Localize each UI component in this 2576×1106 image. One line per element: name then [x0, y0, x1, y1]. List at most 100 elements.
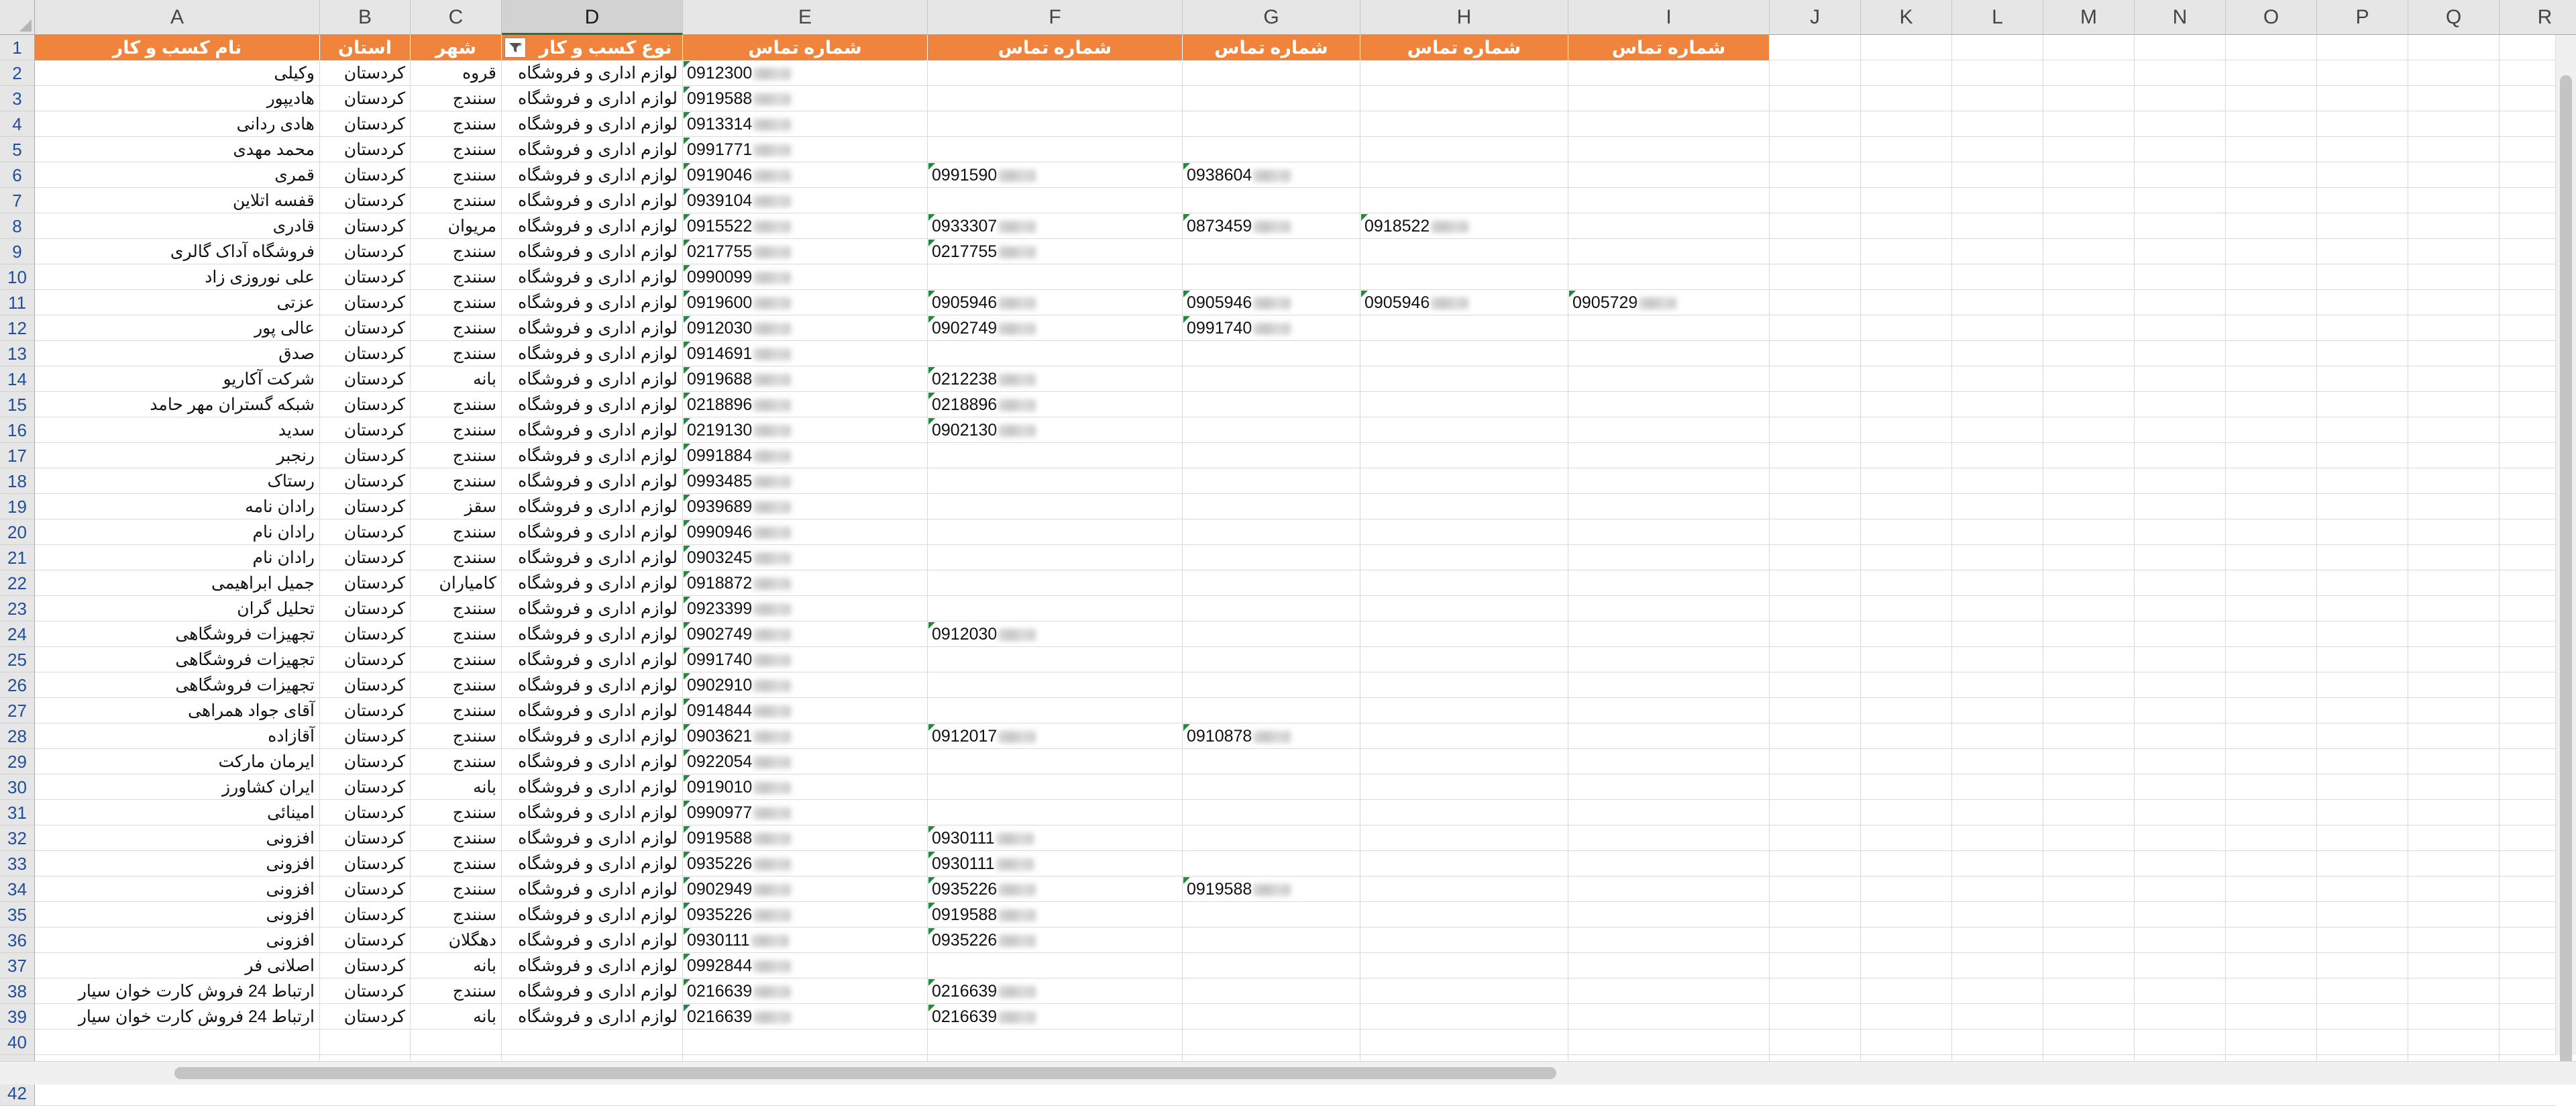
- phone-number-cell[interactable]: 0923399: [683, 596, 928, 621]
- city-cell[interactable]: سنندج: [411, 876, 502, 902]
- province-cell[interactable]: کردستان: [320, 111, 411, 137]
- city-cell[interactable]: سنندج: [411, 162, 502, 188]
- city-cell[interactable]: مریوان: [411, 213, 502, 239]
- business-type-cell[interactable]: لوازم اداری و فروشگاه: [502, 851, 683, 876]
- column-header-k[interactable]: K: [1861, 0, 1952, 35]
- business-name-cell[interactable]: تجهیزات فروشگاهی: [35, 621, 320, 647]
- business-type-cell[interactable]: لوازم اداری و فروشگاه: [502, 800, 683, 825]
- business-name-cell[interactable]: صدق: [35, 341, 320, 366]
- phone-number-cell[interactable]: 0918872: [683, 570, 928, 596]
- province-cell[interactable]: کردستان: [320, 519, 411, 545]
- business-name-cell[interactable]: قادری: [35, 213, 320, 239]
- row-header-2[interactable]: 2: [0, 60, 35, 86]
- column-header-n[interactable]: N: [2135, 0, 2226, 35]
- business-name-cell[interactable]: هادیپور: [35, 86, 320, 111]
- header-cell-e[interactable]: شماره تماس: [683, 35, 928, 60]
- phone-number-cell[interactable]: 0919600: [683, 290, 928, 315]
- province-cell[interactable]: کردستان: [320, 468, 411, 494]
- business-name-cell[interactable]: ارتباط 24 فروش کارت خوان سیار: [35, 1004, 320, 1029]
- phone-number-cell[interactable]: 0938604: [1183, 162, 1360, 188]
- business-name-cell[interactable]: شرکت آکاریو: [35, 366, 320, 392]
- province-cell[interactable]: کردستان: [320, 876, 411, 902]
- business-name-cell[interactable]: جمیل ابراهیمی: [35, 570, 320, 596]
- row-header-17[interactable]: 17: [0, 443, 35, 468]
- business-type-cell[interactable]: لوازم اداری و فروشگاه: [502, 341, 683, 366]
- province-cell[interactable]: کردستان: [320, 800, 411, 825]
- row-header-4[interactable]: 4: [0, 111, 35, 137]
- phone-number-cell[interactable]: 0903245: [683, 545, 928, 570]
- business-type-cell[interactable]: لوازم اداری و فروشگاه: [502, 723, 683, 749]
- phone-number-cell[interactable]: 0939689: [683, 494, 928, 519]
- business-type-cell[interactable]: لوازم اداری و فروشگاه: [502, 239, 683, 264]
- row-header-7[interactable]: 7: [0, 188, 35, 213]
- phone-number-cell[interactable]: 0919688: [683, 366, 928, 392]
- province-cell[interactable]: کردستان: [320, 953, 411, 978]
- phone-number-cell[interactable]: 0216639: [928, 978, 1183, 1004]
- business-type-cell[interactable]: لوازم اداری و فروشگاه: [502, 494, 683, 519]
- business-name-cell[interactable]: عالی پور: [35, 315, 320, 341]
- city-cell[interactable]: سنندج: [411, 596, 502, 621]
- city-cell[interactable]: بانه: [411, 953, 502, 978]
- business-name-cell[interactable]: فروشگاه آداک گالری: [35, 239, 320, 264]
- business-type-cell[interactable]: لوازم اداری و فروشگاه: [502, 876, 683, 902]
- business-type-cell[interactable]: لوازم اداری و فروشگاه: [502, 366, 683, 392]
- city-cell[interactable]: سنندج: [411, 825, 502, 851]
- city-cell[interactable]: سنندج: [411, 111, 502, 137]
- row-header-3[interactable]: 3: [0, 86, 35, 111]
- city-cell[interactable]: سنندج: [411, 239, 502, 264]
- phone-number-cell[interactable]: 0919588: [1183, 876, 1360, 902]
- row-header-20[interactable]: 20: [0, 519, 35, 545]
- business-type-cell[interactable]: لوازم اداری و فروشگاه: [502, 698, 683, 723]
- phone-number-cell[interactable]: 0939104: [683, 188, 928, 213]
- city-cell[interactable]: سنندج: [411, 698, 502, 723]
- column-header-c[interactable]: C: [411, 0, 502, 35]
- column-header-r[interactable]: R: [2500, 0, 2576, 35]
- province-cell[interactable]: کردستان: [320, 596, 411, 621]
- business-name-cell[interactable]: علی نوروزی زاد: [35, 264, 320, 290]
- business-name-cell[interactable]: افزونی: [35, 927, 320, 953]
- phone-number-cell[interactable]: 0910878: [1183, 723, 1360, 749]
- business-type-cell[interactable]: لوازم اداری و فروشگاه: [502, 621, 683, 647]
- province-cell[interactable]: کردستان: [320, 213, 411, 239]
- province-cell[interactable]: کردستان: [320, 315, 411, 341]
- business-name-cell[interactable]: وکیلی: [35, 60, 320, 86]
- phone-number-cell[interactable]: 0991884: [683, 443, 928, 468]
- city-cell[interactable]: سنندج: [411, 800, 502, 825]
- phone-number-cell[interactable]: 0935226: [928, 927, 1183, 953]
- phone-number-cell[interactable]: 0919588: [683, 86, 928, 111]
- filter-dropdown-icon[interactable]: [504, 38, 526, 58]
- phone-number-cell[interactable]: 0873459: [1183, 213, 1360, 239]
- business-type-cell[interactable]: لوازم اداری و فروشگاه: [502, 162, 683, 188]
- header-cell-b[interactable]: استان: [320, 35, 411, 60]
- phone-number-cell[interactable]: 0919046: [683, 162, 928, 188]
- business-type-cell[interactable]: لوازم اداری و فروشگاه: [502, 672, 683, 698]
- city-cell[interactable]: سنندج: [411, 341, 502, 366]
- row-header-28[interactable]: 28: [0, 723, 35, 749]
- business-name-cell[interactable]: هادی ردانی: [35, 111, 320, 137]
- phone-number-cell[interactable]: 0218896: [928, 392, 1183, 417]
- row-header-25[interactable]: 25: [0, 647, 35, 672]
- row-header-14[interactable]: 14: [0, 366, 35, 392]
- city-cell[interactable]: بانه: [411, 366, 502, 392]
- phone-number-cell[interactable]: 0905946: [928, 290, 1183, 315]
- column-header-f[interactable]: F: [928, 0, 1183, 35]
- business-name-cell[interactable]: رادان نام: [35, 519, 320, 545]
- province-cell[interactable]: کردستان: [320, 60, 411, 86]
- business-name-cell[interactable]: رنجبر: [35, 443, 320, 468]
- row-header-9[interactable]: 9: [0, 239, 35, 264]
- province-cell[interactable]: کردستان: [320, 749, 411, 774]
- business-name-cell[interactable]: ایران کشاورز: [35, 774, 320, 800]
- row-header-23[interactable]: 23: [0, 596, 35, 621]
- phone-number-cell[interactable]: 0991740: [1183, 315, 1360, 341]
- business-type-cell[interactable]: لوازم اداری و فروشگاه: [502, 953, 683, 978]
- phone-number-cell[interactable]: 0218896: [683, 392, 928, 417]
- phone-number-cell[interactable]: 0902130: [928, 417, 1183, 443]
- row-header-31[interactable]: 31: [0, 800, 35, 825]
- city-cell[interactable]: قروه: [411, 60, 502, 86]
- business-name-cell[interactable]: امینائی: [35, 800, 320, 825]
- province-cell[interactable]: کردستان: [320, 290, 411, 315]
- business-type-cell[interactable]: لوازم اداری و فروشگاه: [502, 825, 683, 851]
- business-name-cell[interactable]: رادان نامه: [35, 494, 320, 519]
- city-cell[interactable]: سنندج: [411, 417, 502, 443]
- business-name-cell[interactable]: تجهیزات فروشگاهی: [35, 672, 320, 698]
